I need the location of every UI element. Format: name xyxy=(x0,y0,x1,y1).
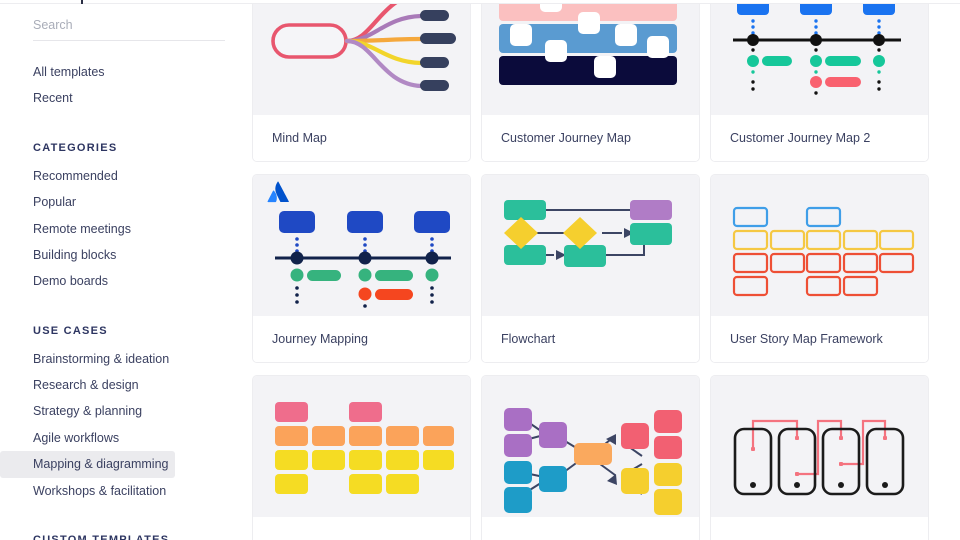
template-grid-area: Mind Map NEW xyxy=(251,0,960,540)
template-thumbnail xyxy=(711,0,928,115)
sidebar-item-remote-meetings[interactable]: Remote meetings xyxy=(0,216,175,242)
sidebar-item-workshops-facilitation[interactable]: Workshops & facilitation xyxy=(0,478,175,504)
template-card-affinity-diagram[interactable] xyxy=(481,375,700,540)
sidebar-link-all-templates[interactable]: All templates xyxy=(0,59,251,85)
sidebar-heading-custom-templates: CUSTOM TEMPLATES xyxy=(33,533,170,540)
template-card-customer-journey-map[interactable]: NEW Customer Journey Map xyxy=(481,0,700,162)
sidebar-item-building-blocks[interactable]: Building blocks xyxy=(0,242,175,268)
sidebar-item-strategy-planning[interactable]: Strategy & planning xyxy=(0,398,175,424)
journey-bands-illustration xyxy=(499,0,677,85)
template-grid: Mind Map NEW xyxy=(252,0,946,540)
template-card-user-story-map-framework[interactable]: User Story Map Framework xyxy=(710,174,929,363)
sidebar-item-recommended[interactable]: Recommended xyxy=(0,163,175,189)
window-top-edge xyxy=(0,0,960,4)
sidebar-heading-categories: CATEGORIES xyxy=(33,141,118,154)
sidebar-item-mapping-diagramming[interactable]: Mapping & diagramming xyxy=(0,451,175,478)
template-thumbnail xyxy=(482,175,699,316)
drag-handle-dot xyxy=(81,0,83,4)
template-thumbnail xyxy=(253,175,470,316)
template-thumbnail xyxy=(253,0,470,115)
sidebar-group-use-cases: Brainstorming & ideation Research & desi… xyxy=(0,346,251,504)
sidebar-item-popular[interactable]: Popular xyxy=(0,189,175,215)
template-card-wireflow[interactable] xyxy=(710,375,929,540)
atlassian-logo-icon xyxy=(267,181,289,208)
template-card-flowchart[interactable]: Flowchart xyxy=(481,174,700,363)
sidebar: All templates Recent CATEGORIES Recommen… xyxy=(0,0,251,540)
template-picker-window: All templates Recent CATEGORIES Recommen… xyxy=(0,0,960,540)
sidebar-group-categories: Recommended Popular Remote meetings Buil… xyxy=(0,163,251,295)
template-card-sticky-grid[interactable] xyxy=(252,375,471,540)
template-thumbnail xyxy=(711,376,928,517)
template-card-label: Journey Mapping xyxy=(253,316,470,362)
template-card-label: Customer Journey Map xyxy=(482,115,699,161)
template-card-customer-journey-map-2[interactable]: Customer Journey Map 2 xyxy=(710,0,929,162)
template-card-label: User Story Map Framework xyxy=(711,316,928,362)
sidebar-item-research-design[interactable]: Research & design xyxy=(0,372,175,398)
template-card-mind-map[interactable]: Mind Map xyxy=(252,0,471,162)
sticky-note-grid-illustration xyxy=(275,402,454,494)
template-card-label xyxy=(253,517,470,540)
template-card-label xyxy=(482,517,699,540)
template-card-label: Flowchart xyxy=(482,316,699,362)
mind-map-illustration xyxy=(271,0,456,91)
mobile-wireflow-illustration xyxy=(733,419,905,496)
sidebar-link-recent[interactable]: Recent xyxy=(0,85,251,111)
template-thumbnail: NEW xyxy=(482,0,699,115)
template-thumbnail xyxy=(253,376,470,517)
search-field-wrapper xyxy=(33,18,225,41)
timeline-illustration xyxy=(733,0,901,95)
story-map-illustration xyxy=(732,206,915,297)
template-card-journey-mapping[interactable]: Journey Mapping xyxy=(252,174,471,363)
affinity-diagram-illustration xyxy=(504,408,682,515)
flowchart-illustration xyxy=(504,200,672,267)
template-card-label xyxy=(711,517,928,540)
search-input[interactable] xyxy=(33,18,225,41)
sidebar-top-links: All templates Recent xyxy=(0,59,251,112)
sidebar-heading-use-cases: USE CASES xyxy=(33,324,108,337)
sidebar-item-agile-workflows[interactable]: Agile workflows xyxy=(0,425,175,451)
template-thumbnail xyxy=(711,175,928,316)
template-thumbnail xyxy=(482,376,699,517)
sidebar-item-demo-boards[interactable]: Demo boards xyxy=(0,268,175,294)
sidebar-item-brainstorming-ideation[interactable]: Brainstorming & ideation xyxy=(0,346,175,372)
template-card-label: Customer Journey Map 2 xyxy=(711,115,928,161)
template-card-label: Mind Map xyxy=(253,115,470,161)
